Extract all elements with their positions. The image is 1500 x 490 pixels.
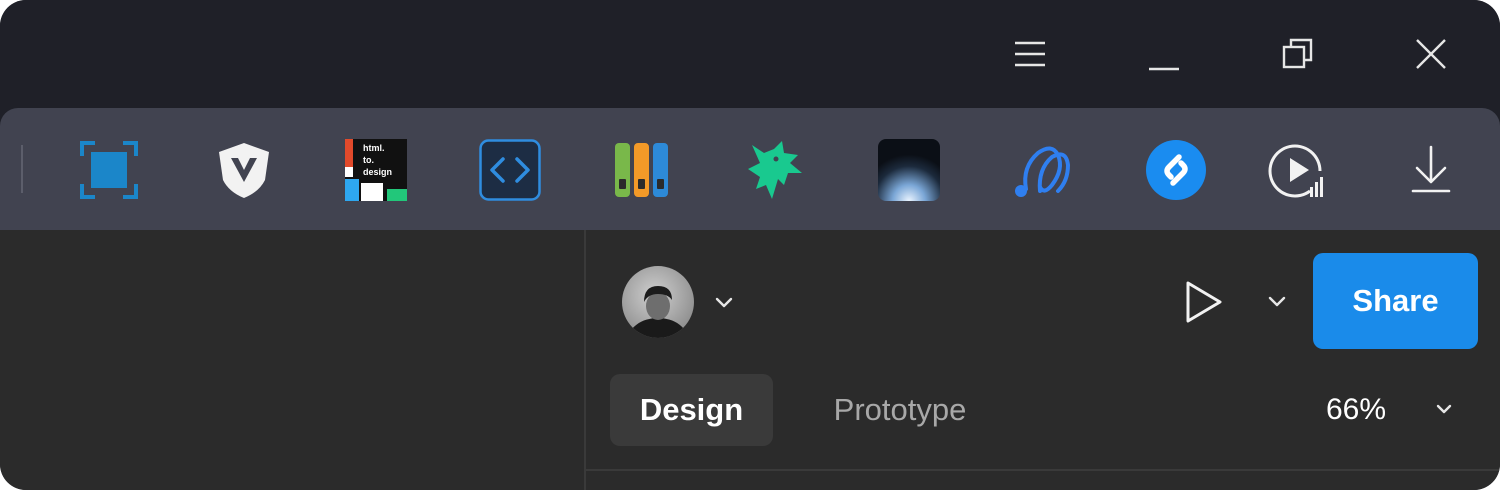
- html-to-design-icon[interactable]: html. to. design: [345, 139, 407, 201]
- code-brackets-icon[interactable]: [479, 139, 541, 201]
- play-icon[interactable]: [1180, 279, 1226, 325]
- app-window: html. to. design Share Design Prototype …: [0, 0, 1500, 490]
- restore-icon[interactable]: [1276, 32, 1320, 76]
- canvas-area[interactable]: [0, 230, 585, 490]
- binders-library-icon[interactable]: [611, 139, 673, 201]
- svg-text:design: design: [363, 167, 392, 177]
- tab-design[interactable]: Design: [610, 374, 773, 446]
- minimize-icon[interactable]: [1142, 32, 1186, 76]
- zoom-level[interactable]: 66%: [1308, 374, 1404, 446]
- share-button[interactable]: Share: [1313, 253, 1478, 349]
- user-avatar[interactable]: [622, 266, 694, 338]
- chevron-down-icon[interactable]: [1264, 289, 1290, 315]
- chevron-down-icon[interactable]: [711, 290, 737, 316]
- svg-text:html.: html.: [363, 143, 385, 153]
- download-icon[interactable]: [1400, 139, 1462, 201]
- title-bar: [0, 0, 1500, 108]
- play-stats-icon[interactable]: [1266, 139, 1328, 201]
- zoom-chevron-down-icon[interactable]: [1432, 397, 1456, 421]
- close-icon[interactable]: [1409, 32, 1453, 76]
- toolbar-separator: [21, 145, 23, 193]
- vivaldi-shield-icon[interactable]: [213, 139, 275, 201]
- tab-prototype[interactable]: Prototype: [800, 374, 1000, 446]
- panel-rule: [586, 469, 1500, 471]
- svg-text:to.: to.: [363, 155, 374, 165]
- blue-swirl-icon[interactable]: [1012, 139, 1074, 201]
- spotlight-gradient-icon[interactable]: [878, 139, 940, 201]
- screenshot-capture-icon[interactable]: [78, 139, 140, 201]
- shazam-icon[interactable]: [1145, 139, 1207, 201]
- hamburger-menu-icon[interactable]: [1008, 32, 1052, 76]
- green-creature-icon[interactable]: [744, 139, 806, 201]
